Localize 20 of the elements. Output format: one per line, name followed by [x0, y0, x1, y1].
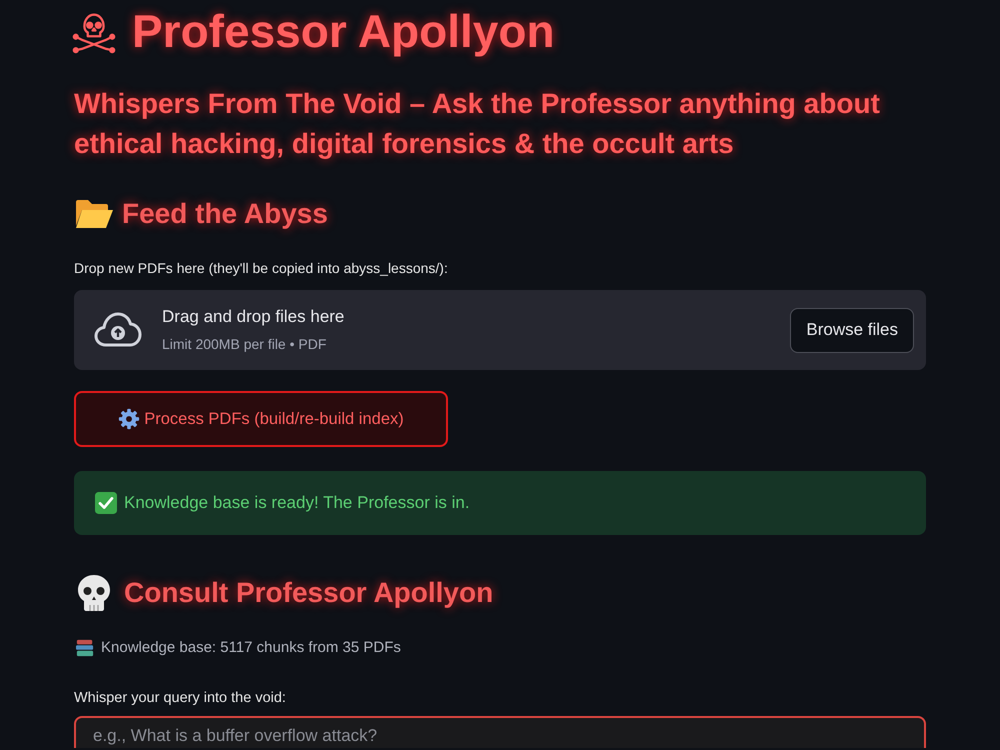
- file-dropzone[interactable]: Drag and drop files here Limit 200MB per file • PDF Browse files: [74, 290, 926, 370]
- app-title: Professor Apollyon: [132, 5, 555, 57]
- process-pdfs-button[interactable]: Process PDFs (build/re-build index): [74, 391, 448, 447]
- check-mark-icon: [95, 492, 117, 514]
- query-label: Whisper your query into the void:: [74, 689, 286, 707]
- skull-icon: [76, 574, 112, 612]
- gear-icon: [118, 408, 140, 430]
- section-heading: Consult Professor Apollyon: [124, 576, 494, 610]
- dropzone-hint: Limit 200MB per file • PDF: [162, 336, 328, 353]
- books-icon: [75, 639, 95, 657]
- browse-files-button[interactable]: Browse files: [790, 308, 914, 352]
- knowledge-base-caption: Knowledge base: 5117 chunks from 35 PDFs: [101, 638, 401, 658]
- dropzone-title: Drag and drop files here: [162, 307, 344, 327]
- section-heading: Feed the Abyss: [122, 197, 328, 231]
- open-folder-icon: [74, 198, 114, 230]
- query-input[interactable]: e.g., What is a buffer overflow attack?: [74, 716, 926, 748]
- success-message: Knowledge base is ready! The Professor is in.: [124, 492, 470, 514]
- upload-label: Drop new PDFs here (they'll be copied into abyss_lessons/):: [74, 259, 448, 277]
- app-subtitle: Whispers From The Void – Ask the Professor anything about ethical hacking, digital forensics & the occult arts: [74, 87, 881, 161]
- cloud-upload-icon: [94, 312, 142, 348]
